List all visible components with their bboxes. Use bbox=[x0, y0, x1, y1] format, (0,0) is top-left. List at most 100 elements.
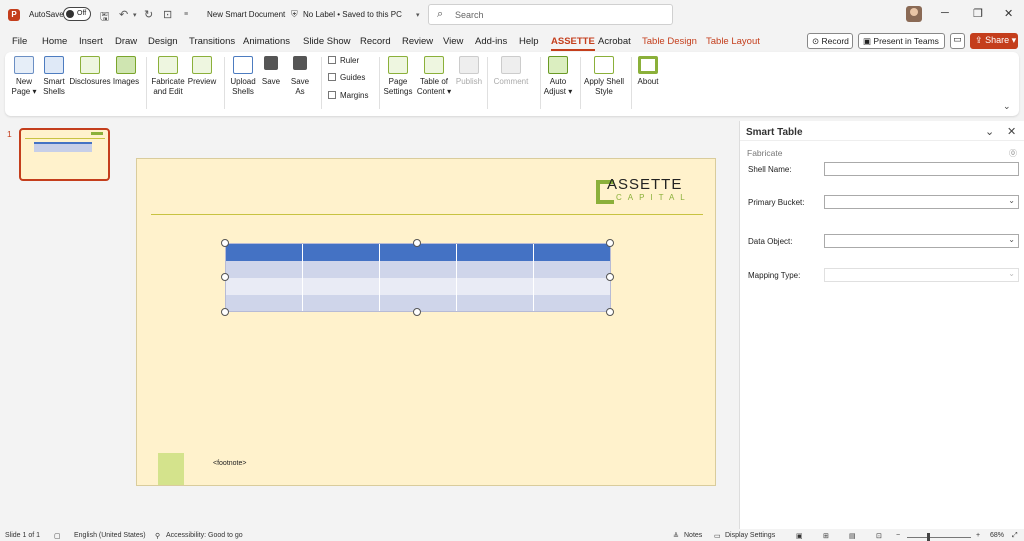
tab-record[interactable]: Record bbox=[360, 36, 391, 47]
display-settings-button[interactable]: Display Settings bbox=[725, 532, 775, 539]
preview-button[interactable]: Preview bbox=[187, 56, 217, 87]
auto-adjust-button[interactable]: Auto Adjust ▾ bbox=[542, 56, 574, 97]
apply-shell-style-button[interactable]: Apply Shell Style bbox=[583, 56, 625, 97]
record-button[interactable]: ⊙ Record bbox=[807, 33, 853, 49]
customize-toolbar-icon[interactable]: ≡ bbox=[184, 11, 188, 18]
resize-handle-bottom-left[interactable] bbox=[221, 308, 229, 316]
tab-acrobat[interactable]: Acrobat bbox=[598, 36, 631, 47]
tab-assette[interactable]: ASSETTE bbox=[551, 36, 595, 51]
resize-handle-top-right[interactable] bbox=[606, 239, 614, 247]
present-icon[interactable]: ⊡ bbox=[163, 8, 172, 21]
document-status[interactable]: No Label • Saved to this PC bbox=[303, 10, 402, 19]
images-button[interactable]: Images bbox=[112, 56, 140, 87]
table-cell[interactable] bbox=[303, 261, 380, 278]
help-icon[interactable]: ⓪ bbox=[1009, 148, 1017, 159]
autosave-toggle[interactable]: Off bbox=[63, 7, 91, 21]
table-cell[interactable] bbox=[226, 244, 303, 261]
new-page-button[interactable]: New Page ▾ bbox=[9, 56, 39, 97]
status-dropdown-icon[interactable]: ▾ bbox=[416, 11, 420, 19]
present-in-teams-button[interactable]: ▣ Present in Teams bbox=[858, 33, 945, 49]
page-settings-button[interactable]: Page Settings bbox=[382, 56, 414, 97]
user-avatar[interactable] bbox=[906, 6, 922, 22]
comments-button[interactable]: ▭ bbox=[950, 33, 965, 49]
minimize-icon[interactable]: ─ bbox=[941, 7, 949, 19]
slide-sorter-icon[interactable]: ⊞ bbox=[823, 532, 829, 540]
accessibility-status[interactable]: Accessibility: Good to go bbox=[166, 532, 243, 539]
resize-handle-top-left[interactable] bbox=[221, 239, 229, 247]
table-cell[interactable] bbox=[226, 278, 303, 295]
tab-view[interactable]: View bbox=[443, 36, 463, 47]
resize-handle-right[interactable] bbox=[606, 273, 614, 281]
shell-name-input[interactable] bbox=[824, 162, 1019, 176]
ruler-checkbox[interactable]: Ruler bbox=[328, 56, 359, 65]
tab-design[interactable]: Design bbox=[148, 36, 178, 47]
tab-draw[interactable]: Draw bbox=[115, 36, 137, 47]
disclosures-button[interactable]: Disclosures bbox=[69, 56, 111, 87]
data-object-select[interactable]: ⌄ bbox=[824, 234, 1019, 248]
resize-handle-left[interactable] bbox=[221, 273, 229, 281]
undo-icon[interactable]: ↶ bbox=[119, 8, 128, 21]
redo-icon[interactable]: ↻ bbox=[144, 8, 153, 21]
table-cell[interactable] bbox=[534, 244, 610, 261]
zoom-level[interactable]: 68% bbox=[990, 532, 1004, 539]
mapping-type-select[interactable]: ⌄ bbox=[824, 268, 1019, 282]
tab-transitions[interactable]: Transitions bbox=[189, 36, 235, 47]
close-icon[interactable]: ✕ bbox=[1004, 7, 1013, 20]
slideshow-icon[interactable]: ⊡ bbox=[876, 532, 882, 540]
tab-table-design[interactable]: Table Design bbox=[642, 36, 697, 47]
table-cell[interactable] bbox=[303, 278, 380, 295]
table-cell[interactable] bbox=[226, 295, 303, 311]
table-cell[interactable] bbox=[457, 244, 534, 261]
table-cell[interactable] bbox=[303, 295, 380, 311]
table-cell[interactable] bbox=[380, 278, 457, 295]
notes-button[interactable]: Notes bbox=[684, 532, 702, 539]
resize-handle-bottom[interactable] bbox=[413, 308, 421, 316]
tab-home[interactable]: Home bbox=[42, 36, 67, 47]
undo-dropdown-icon[interactable]: ▾ bbox=[133, 11, 137, 19]
about-button[interactable]: About bbox=[633, 56, 663, 87]
comment-ribbon-button[interactable]: Comment bbox=[492, 56, 530, 87]
save-icon[interactable]: 🖫 bbox=[100, 8, 109, 27]
ribbon-collapse-icon[interactable]: ⌄ bbox=[1003, 101, 1011, 112]
table-cell[interactable] bbox=[457, 261, 534, 278]
reading-view-icon[interactable]: ▤ bbox=[849, 532, 856, 540]
resize-handle-top[interactable] bbox=[413, 239, 421, 247]
restore-icon[interactable]: ❐ bbox=[973, 7, 983, 20]
zoom-slider-thumb[interactable] bbox=[927, 533, 930, 541]
publish-button[interactable]: Publish bbox=[455, 56, 483, 87]
tab-insert[interactable]: Insert bbox=[79, 36, 103, 47]
smart-shells-button[interactable]: Smart Shells bbox=[39, 56, 69, 97]
margins-checkbox[interactable]: Margins bbox=[328, 91, 368, 100]
tab-table-layout[interactable]: Table Layout bbox=[706, 36, 760, 47]
upload-shells-button[interactable]: Upload Shells bbox=[228, 56, 258, 97]
table-of-content-button[interactable]: Table of Content ▾ bbox=[415, 56, 453, 97]
slide-canvas[interactable]: ASSETTE CAPITAL <footnote> bbox=[136, 158, 716, 486]
guides-checkbox[interactable]: Guides bbox=[328, 73, 365, 82]
tab-slide-show[interactable]: Slide Show bbox=[303, 36, 351, 47]
zoom-in-icon[interactable]: + bbox=[976, 532, 980, 539]
spelling-icon[interactable]: ▢ bbox=[54, 532, 61, 540]
zoom-slider[interactable] bbox=[907, 537, 971, 538]
tab-animations[interactable]: Animations bbox=[243, 36, 290, 47]
table-cell[interactable] bbox=[226, 261, 303, 278]
resize-handle-bottom-right[interactable] bbox=[606, 308, 614, 316]
search-input[interactable]: ⌕ Search bbox=[428, 4, 673, 25]
tab-review[interactable]: Review bbox=[402, 36, 433, 47]
table-cell[interactable] bbox=[457, 278, 534, 295]
fabricate-and-edit-button[interactable]: Fabricate and Edit bbox=[150, 56, 186, 97]
footnote-placeholder[interactable]: <footnote> bbox=[213, 460, 246, 467]
smart-table[interactable] bbox=[225, 243, 611, 312]
fit-slide-icon[interactable]: ⤢ bbox=[1012, 532, 1018, 540]
tab-add-ins[interactable]: Add-ins bbox=[475, 36, 507, 47]
tab-file[interactable]: File bbox=[12, 36, 27, 47]
save-shell-button[interactable]: Save bbox=[261, 56, 281, 87]
table-cell[interactable] bbox=[457, 295, 534, 311]
table-cell[interactable] bbox=[534, 278, 610, 295]
save-as-button[interactable]: Save As bbox=[286, 56, 314, 97]
document-title[interactable]: New Smart Document bbox=[207, 10, 285, 19]
tab-help[interactable]: Help bbox=[519, 36, 539, 47]
language-indicator[interactable]: English (United States) bbox=[74, 532, 146, 539]
table-cell[interactable] bbox=[303, 244, 380, 261]
table-cell[interactable] bbox=[534, 295, 610, 311]
slide-thumbnail[interactable] bbox=[19, 128, 110, 181]
